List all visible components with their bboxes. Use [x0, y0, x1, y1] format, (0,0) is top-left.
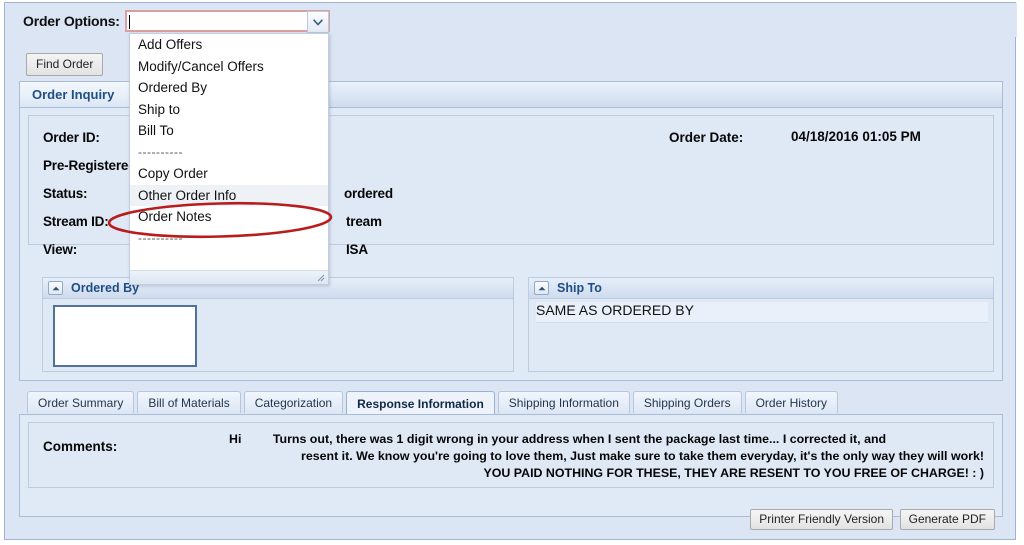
- order-date-value: 04/18/2016 01:05 PM: [791, 129, 921, 144]
- tab-shipping-information[interactable]: Shipping Information: [497, 391, 630, 413]
- comments-greeting: Hi: [229, 432, 242, 446]
- ordered-by-panel: Ordered By: [42, 277, 514, 372]
- generate-pdf-button[interactable]: Generate PDF: [899, 509, 995, 530]
- field-label-view: View:: [43, 242, 78, 257]
- order-options-combobox[interactable]: [125, 10, 330, 33]
- comments-text: Hi Turns out, there was 1 digit wrong in…: [184, 431, 984, 482]
- ship-to-panel: Ship To SAME AS ORDERED BY: [528, 277, 994, 372]
- comments-line-1-body: Turns out, there was 1 digit wrong in yo…: [272, 432, 887, 446]
- response-information-panel: Comments: Hi Turns out, there was 1 digi…: [19, 414, 1003, 517]
- order-options-label: Order Options:: [23, 13, 120, 29]
- field-label-order-id: Order ID:: [43, 130, 100, 145]
- dropdown-separator-1: ----------: [138, 144, 183, 159]
- order-options-bar: Order Options:: [5, 3, 1017, 37]
- tab-order-summary[interactable]: Order Summary: [27, 391, 135, 413]
- comments-label: Comments:: [43, 439, 118, 454]
- dropdown-item-modify-cancel-offers[interactable]: Modify/Cancel Offers: [130, 56, 328, 78]
- resize-grip-icon[interactable]: [316, 273, 325, 282]
- order-inquiry-tab[interactable]: Order Inquiry: [20, 82, 132, 107]
- field-value-stream-id: tream: [346, 214, 382, 229]
- tab-bill-of-materials[interactable]: Bill of Materials: [137, 391, 241, 413]
- field-label-status: Status:: [43, 186, 88, 201]
- application-window: Order Options: Find Order Order Inquiry …: [4, 2, 1017, 540]
- ship-to-title: Ship To: [557, 281, 602, 295]
- ship-to-value: SAME AS ORDERED BY: [536, 302, 988, 323]
- comments-line-1: Hi Turns out, there was 1 digit wrong in…: [184, 431, 984, 448]
- chevron-down-icon[interactable]: [307, 11, 329, 33]
- dropdown-resize-strip: [130, 270, 328, 284]
- field-value-view: ISA: [346, 242, 368, 257]
- dropdown-item-other-order-info[interactable]: Other Order Info: [130, 184, 328, 206]
- tab-categorization[interactable]: Categorization: [243, 391, 344, 413]
- order-options-dropdown-list[interactable]: Add Offers Modify/Cancel Offers Ordered …: [129, 33, 329, 285]
- field-label-pre-registered: Pre-Registered: [43, 158, 137, 173]
- order-date-label: Order Date:: [669, 130, 744, 145]
- comments-box: Comments: Hi Turns out, there was 1 digi…: [28, 422, 994, 488]
- collapse-up-icon[interactable]: [48, 281, 63, 295]
- field-label-stream-id: Stream ID:: [43, 214, 109, 229]
- dropdown-item-ship-to[interactable]: Ship to: [130, 99, 328, 121]
- comments-line-2: resent it. We know you're going to love …: [301, 449, 984, 463]
- comments-line-3: YOU PAID NOTHING FOR THESE, THEY ARE RES…: [483, 466, 984, 480]
- dropdown-separator-2: ----------: [138, 230, 183, 245]
- field-value-status: ordered: [344, 186, 393, 201]
- printer-friendly-version-button[interactable]: Printer Friendly Version: [750, 509, 893, 530]
- ship-to-header: Ship To: [529, 278, 993, 299]
- tab-strip: Order Summary Bill of Materials Categori…: [27, 391, 1002, 415]
- tab-response-information[interactable]: Response Information: [346, 391, 495, 415]
- find-order-button[interactable]: Find Order: [26, 53, 104, 76]
- footer-bar: Printer Friendly Version Generate PDF: [19, 505, 1003, 537]
- ordered-by-value: [53, 305, 197, 367]
- dropdown-item-order-notes[interactable]: Order Notes: [130, 206, 328, 228]
- collapse-up-icon[interactable]: [534, 281, 549, 295]
- tab-shipping-orders[interactable]: Shipping Orders: [632, 391, 742, 413]
- tab-order-history[interactable]: Order History: [744, 391, 838, 413]
- dropdown-item-add-offers[interactable]: Add Offers: [130, 34, 328, 56]
- dropdown-item-copy-order[interactable]: Copy Order: [130, 163, 328, 185]
- dropdown-item-bill-to[interactable]: Bill To: [130, 120, 328, 142]
- dropdown-item-ordered-by[interactable]: Ordered By: [130, 77, 328, 99]
- order-options-input[interactable]: [127, 12, 308, 30]
